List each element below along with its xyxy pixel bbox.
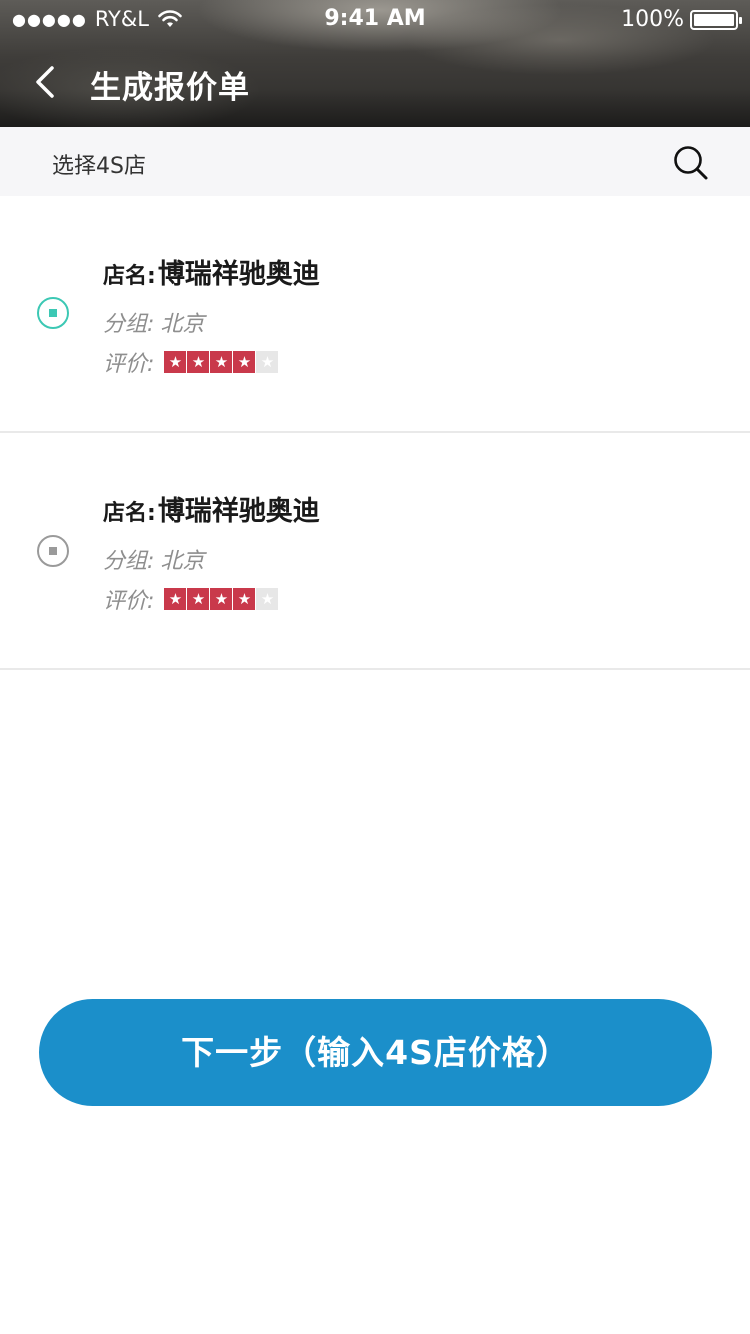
radio-dot	[49, 547, 57, 555]
star-filled-icon: ★	[164, 351, 187, 373]
store-search-bar[interactable]: 选择4S店	[0, 127, 750, 196]
battery-icon	[690, 9, 742, 30]
store-name-label: 店名:	[103, 501, 156, 526]
rating-stars: ★ ★ ★ ★ ★	[164, 351, 279, 373]
star-filled-icon: ★	[210, 588, 233, 610]
store-rating-label: 评价:	[103, 589, 155, 614]
store-rating-row: 评价: ★ ★ ★ ★ ★	[103, 346, 279, 378]
nav-bar: 生成报价单	[0, 40, 750, 127]
radio-dot	[49, 309, 57, 317]
store-item[interactable]: 店名: 博瑞祥驰奥迪 分组: 北京 评价: ★ ★ ★ ★ ★	[0, 196, 750, 433]
star-filled-icon: ★	[233, 588, 256, 610]
store-item[interactable]: 店名: 博瑞祥驰奥迪 分组: 北京 评价: ★ ★ ★ ★ ★	[0, 433, 750, 670]
store-name: 博瑞祥驰奥迪	[157, 496, 320, 527]
status-bar: ●●●●● RY&L 9:41 AM 100%	[0, 0, 750, 40]
store-rating-label: 评价:	[103, 352, 155, 377]
store-group-row: 分组: 北京	[103, 306, 204, 338]
star-filled-icon: ★	[210, 351, 233, 373]
star-empty-icon: ★	[256, 588, 279, 610]
chevron-left-icon	[36, 66, 54, 98]
rating-stars: ★ ★ ★ ★ ★	[164, 588, 279, 610]
store-group-row: 分组: 北京	[103, 543, 204, 575]
header: ●●●●● RY&L 9:41 AM 100% 生成报价单	[0, 0, 750, 127]
search-label: 选择4S店	[52, 154, 146, 179]
page-title: 生成报价单	[90, 70, 250, 106]
star-filled-icon: ★	[164, 588, 187, 610]
store-name: 博瑞祥驰奥迪	[157, 259, 320, 290]
battery-percent: 100%	[621, 7, 684, 32]
star-filled-icon: ★	[233, 351, 256, 373]
store-group-label: 分组:	[103, 312, 155, 337]
next-step-button[interactable]: 下一步（输入4S店价格）	[39, 999, 712, 1106]
back-button[interactable]	[24, 60, 68, 104]
radio-button-selected[interactable]	[37, 297, 69, 329]
store-name-row: 店名: 博瑞祥驰奥迪	[103, 489, 320, 528]
store-group-label: 分组:	[103, 549, 155, 574]
battery-fill	[694, 13, 734, 26]
star-filled-icon: ★	[187, 588, 210, 610]
store-group: 北京	[160, 549, 205, 574]
star-filled-icon: ★	[187, 351, 210, 373]
star-empty-icon: ★	[256, 351, 279, 373]
radio-button[interactable]	[37, 535, 69, 567]
store-rating-row: 评价: ★ ★ ★ ★ ★	[103, 583, 279, 615]
status-right: 100%	[621, 7, 742, 32]
store-name-row: 店名: 博瑞祥驰奥迪	[103, 252, 320, 291]
store-name-label: 店名:	[103, 264, 156, 289]
store-group: 北京	[160, 312, 205, 337]
search-icon[interactable]	[670, 142, 712, 184]
